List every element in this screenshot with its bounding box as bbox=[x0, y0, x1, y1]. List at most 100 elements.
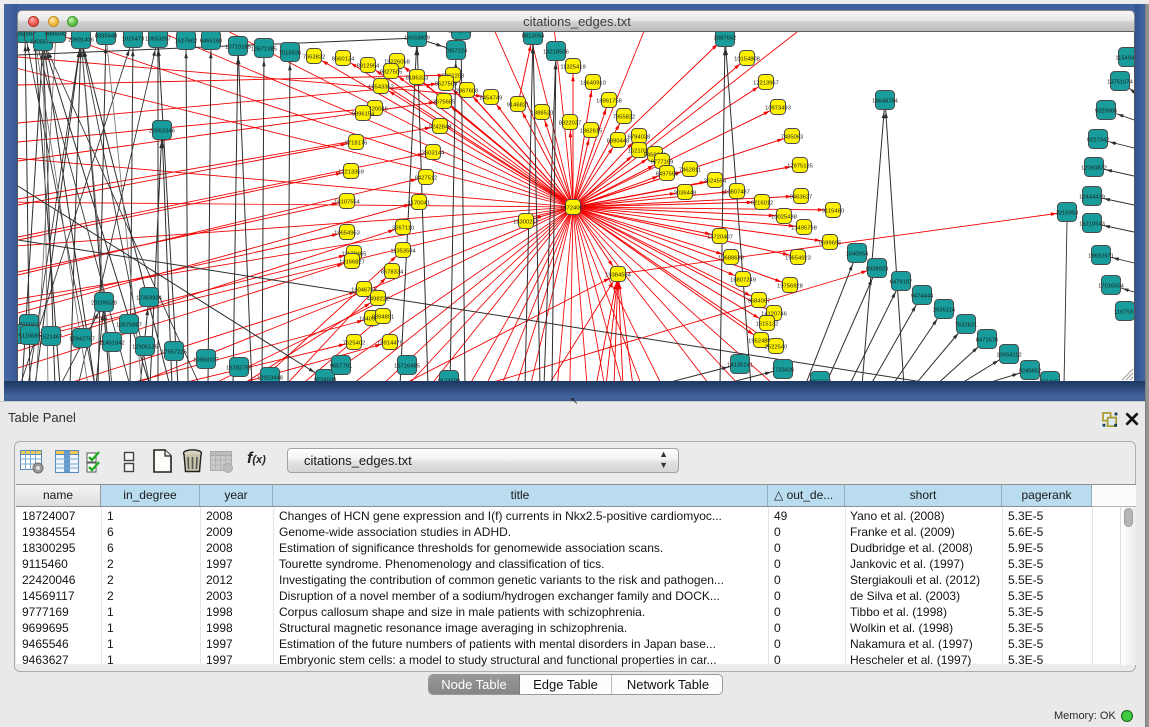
svg-text:16107554: 16107554 bbox=[334, 199, 361, 205]
svg-text:9124508: 9124508 bbox=[438, 378, 461, 381]
svg-text:7663822: 7663822 bbox=[303, 54, 326, 60]
svg-text:8471676: 8471676 bbox=[976, 337, 999, 343]
svg-text:7632621: 7632621 bbox=[955, 322, 978, 328]
svg-text:6466160: 6466160 bbox=[200, 38, 223, 44]
svg-text:9329966: 9329966 bbox=[1095, 108, 1118, 114]
svg-text:16782759: 16782759 bbox=[226, 365, 252, 371]
svg-text:13218506: 13218506 bbox=[543, 49, 569, 55]
svg-text:7515526: 7515526 bbox=[279, 50, 302, 56]
svg-text:9242848: 9242848 bbox=[429, 124, 452, 130]
svg-text:1015473: 1015473 bbox=[122, 36, 145, 42]
svg-text:1733426: 1733426 bbox=[772, 367, 795, 373]
svg-text:3215953: 3215953 bbox=[1056, 210, 1079, 216]
svg-text:19654923: 19654923 bbox=[785, 255, 811, 261]
svg-text:9463627: 9463627 bbox=[790, 194, 813, 200]
svg-text:8186323: 8186323 bbox=[406, 75, 429, 81]
svg-text:12975135: 12975135 bbox=[787, 163, 813, 169]
svg-text:12905135: 12905135 bbox=[132, 344, 158, 350]
svg-text:2867608: 2867608 bbox=[456, 88, 479, 94]
svg-text:9474444: 9474444 bbox=[911, 293, 934, 299]
svg-text:8938923: 8938923 bbox=[866, 266, 889, 272]
svg-text:6794028: 6794028 bbox=[628, 134, 651, 140]
svg-text:16648784: 16648784 bbox=[872, 98, 899, 104]
svg-text:9327505: 9327505 bbox=[380, 69, 403, 75]
svg-text:10807487: 10807487 bbox=[724, 189, 750, 195]
svg-text:8454749: 8454749 bbox=[480, 95, 503, 101]
svg-text:8912954: 8912954 bbox=[357, 63, 380, 69]
svg-text:19166827: 19166827 bbox=[339, 259, 365, 265]
svg-text:19756928: 19756928 bbox=[777, 283, 803, 289]
svg-text:16210643: 16210643 bbox=[1079, 221, 1105, 227]
svg-text:16914479: 16914479 bbox=[377, 340, 403, 346]
svg-text:12444419: 12444419 bbox=[1079, 194, 1105, 200]
svg-text:6216012: 6216012 bbox=[751, 200, 774, 206]
svg-text:19654963: 19654963 bbox=[334, 230, 360, 236]
svg-text:17359924: 17359924 bbox=[136, 295, 163, 301]
svg-text:8678334: 8678334 bbox=[381, 269, 404, 275]
svg-text:14136141: 14136141 bbox=[727, 362, 753, 368]
svg-text:8427512: 8427512 bbox=[415, 175, 438, 181]
svg-text:7957224: 7957224 bbox=[445, 48, 468, 54]
svg-text:10154808: 10154808 bbox=[734, 56, 760, 62]
svg-text:1527602: 1527602 bbox=[175, 38, 198, 44]
svg-text:8901234: 8901234 bbox=[809, 379, 832, 381]
svg-text:9777169: 9777169 bbox=[651, 159, 674, 165]
svg-text:4498222: 4498222 bbox=[367, 296, 390, 302]
svg-text:10688639: 10688639 bbox=[718, 255, 744, 261]
svg-text:10975887: 10975887 bbox=[116, 322, 142, 328]
svg-text:8335648: 8335648 bbox=[95, 33, 118, 39]
svg-text:8990448: 8990448 bbox=[607, 138, 630, 144]
svg-text:12093872: 12093872 bbox=[1081, 165, 1107, 171]
svg-text:13751074: 13751074 bbox=[1107, 79, 1134, 85]
svg-text:7234061: 7234061 bbox=[1039, 379, 1062, 381]
svg-text:16543362: 16543362 bbox=[368, 84, 394, 90]
svg-text:6497568: 6497568 bbox=[656, 171, 679, 177]
svg-text:9227342: 9227342 bbox=[1087, 137, 1110, 143]
svg-text:9245652: 9245652 bbox=[1019, 368, 1042, 374]
svg-text:2036448: 2036448 bbox=[674, 190, 697, 196]
svg-text:11549498: 11549498 bbox=[1115, 55, 1134, 61]
svg-text:3624554: 3624554 bbox=[704, 178, 727, 184]
svg-text:1167531: 1167531 bbox=[1114, 309, 1134, 315]
svg-text:8822037: 8822037 bbox=[559, 120, 582, 126]
svg-text:11353594: 11353594 bbox=[390, 248, 416, 254]
svg-text:17957225: 17957225 bbox=[161, 349, 187, 355]
svg-text:15720407: 15720407 bbox=[707, 234, 733, 240]
svg-text:1615132: 1615132 bbox=[756, 321, 779, 327]
svg-text:8660124: 8660124 bbox=[332, 56, 355, 62]
svg-text:10671385: 10671385 bbox=[251, 46, 277, 52]
svg-text:7462811: 7462811 bbox=[679, 167, 701, 173]
svg-text:10958107: 10958107 bbox=[193, 357, 219, 363]
svg-text:2718176: 2718176 bbox=[345, 140, 368, 146]
svg-text:11451942: 11451942 bbox=[99, 340, 124, 346]
svg-text:9699695: 9699695 bbox=[819, 240, 842, 246]
svg-text:1362615: 1362615 bbox=[580, 128, 603, 134]
svg-text:1388520: 1388520 bbox=[531, 110, 554, 116]
svg-text:12213967: 12213967 bbox=[753, 80, 779, 86]
svg-text:20691406: 20691406 bbox=[68, 37, 94, 43]
svg-text:3675685: 3675685 bbox=[433, 99, 456, 105]
svg-text:19692971: 19692971 bbox=[1088, 253, 1114, 259]
svg-text:2935114: 2935114 bbox=[933, 307, 956, 313]
svg-text:13495798: 13495798 bbox=[791, 225, 817, 231]
svg-text:3267110: 3267110 bbox=[392, 225, 414, 231]
svg-text:9896154: 9896154 bbox=[352, 111, 375, 117]
svg-text:12213369: 12213369 bbox=[338, 169, 364, 175]
svg-text:7485063: 7485063 bbox=[781, 134, 804, 140]
svg-text:17016504: 17016504 bbox=[1098, 283, 1125, 289]
svg-text:15716485: 15716485 bbox=[394, 363, 420, 369]
svg-text:9657791: 9657791 bbox=[330, 363, 353, 369]
svg-text:7955822: 7955822 bbox=[613, 114, 636, 120]
svg-text:10025438: 10025438 bbox=[771, 214, 797, 220]
svg-text:15723017: 15723017 bbox=[448, 32, 474, 34]
svg-text:15300217: 15300217 bbox=[513, 219, 539, 225]
svg-text:2087652: 2087652 bbox=[714, 35, 737, 41]
svg-text:9146821: 9146821 bbox=[507, 102, 530, 108]
svg-text:16033809: 16033809 bbox=[404, 35, 430, 41]
svg-text:1115685: 1115685 bbox=[19, 333, 41, 339]
svg-text:10653267: 10653267 bbox=[145, 36, 171, 42]
svg-text:18807249: 18807249 bbox=[730, 277, 756, 283]
svg-text:18640910: 18640910 bbox=[580, 80, 606, 86]
svg-text:18724007: 18724007 bbox=[560, 205, 586, 211]
svg-text:16961758: 16961758 bbox=[596, 98, 622, 104]
